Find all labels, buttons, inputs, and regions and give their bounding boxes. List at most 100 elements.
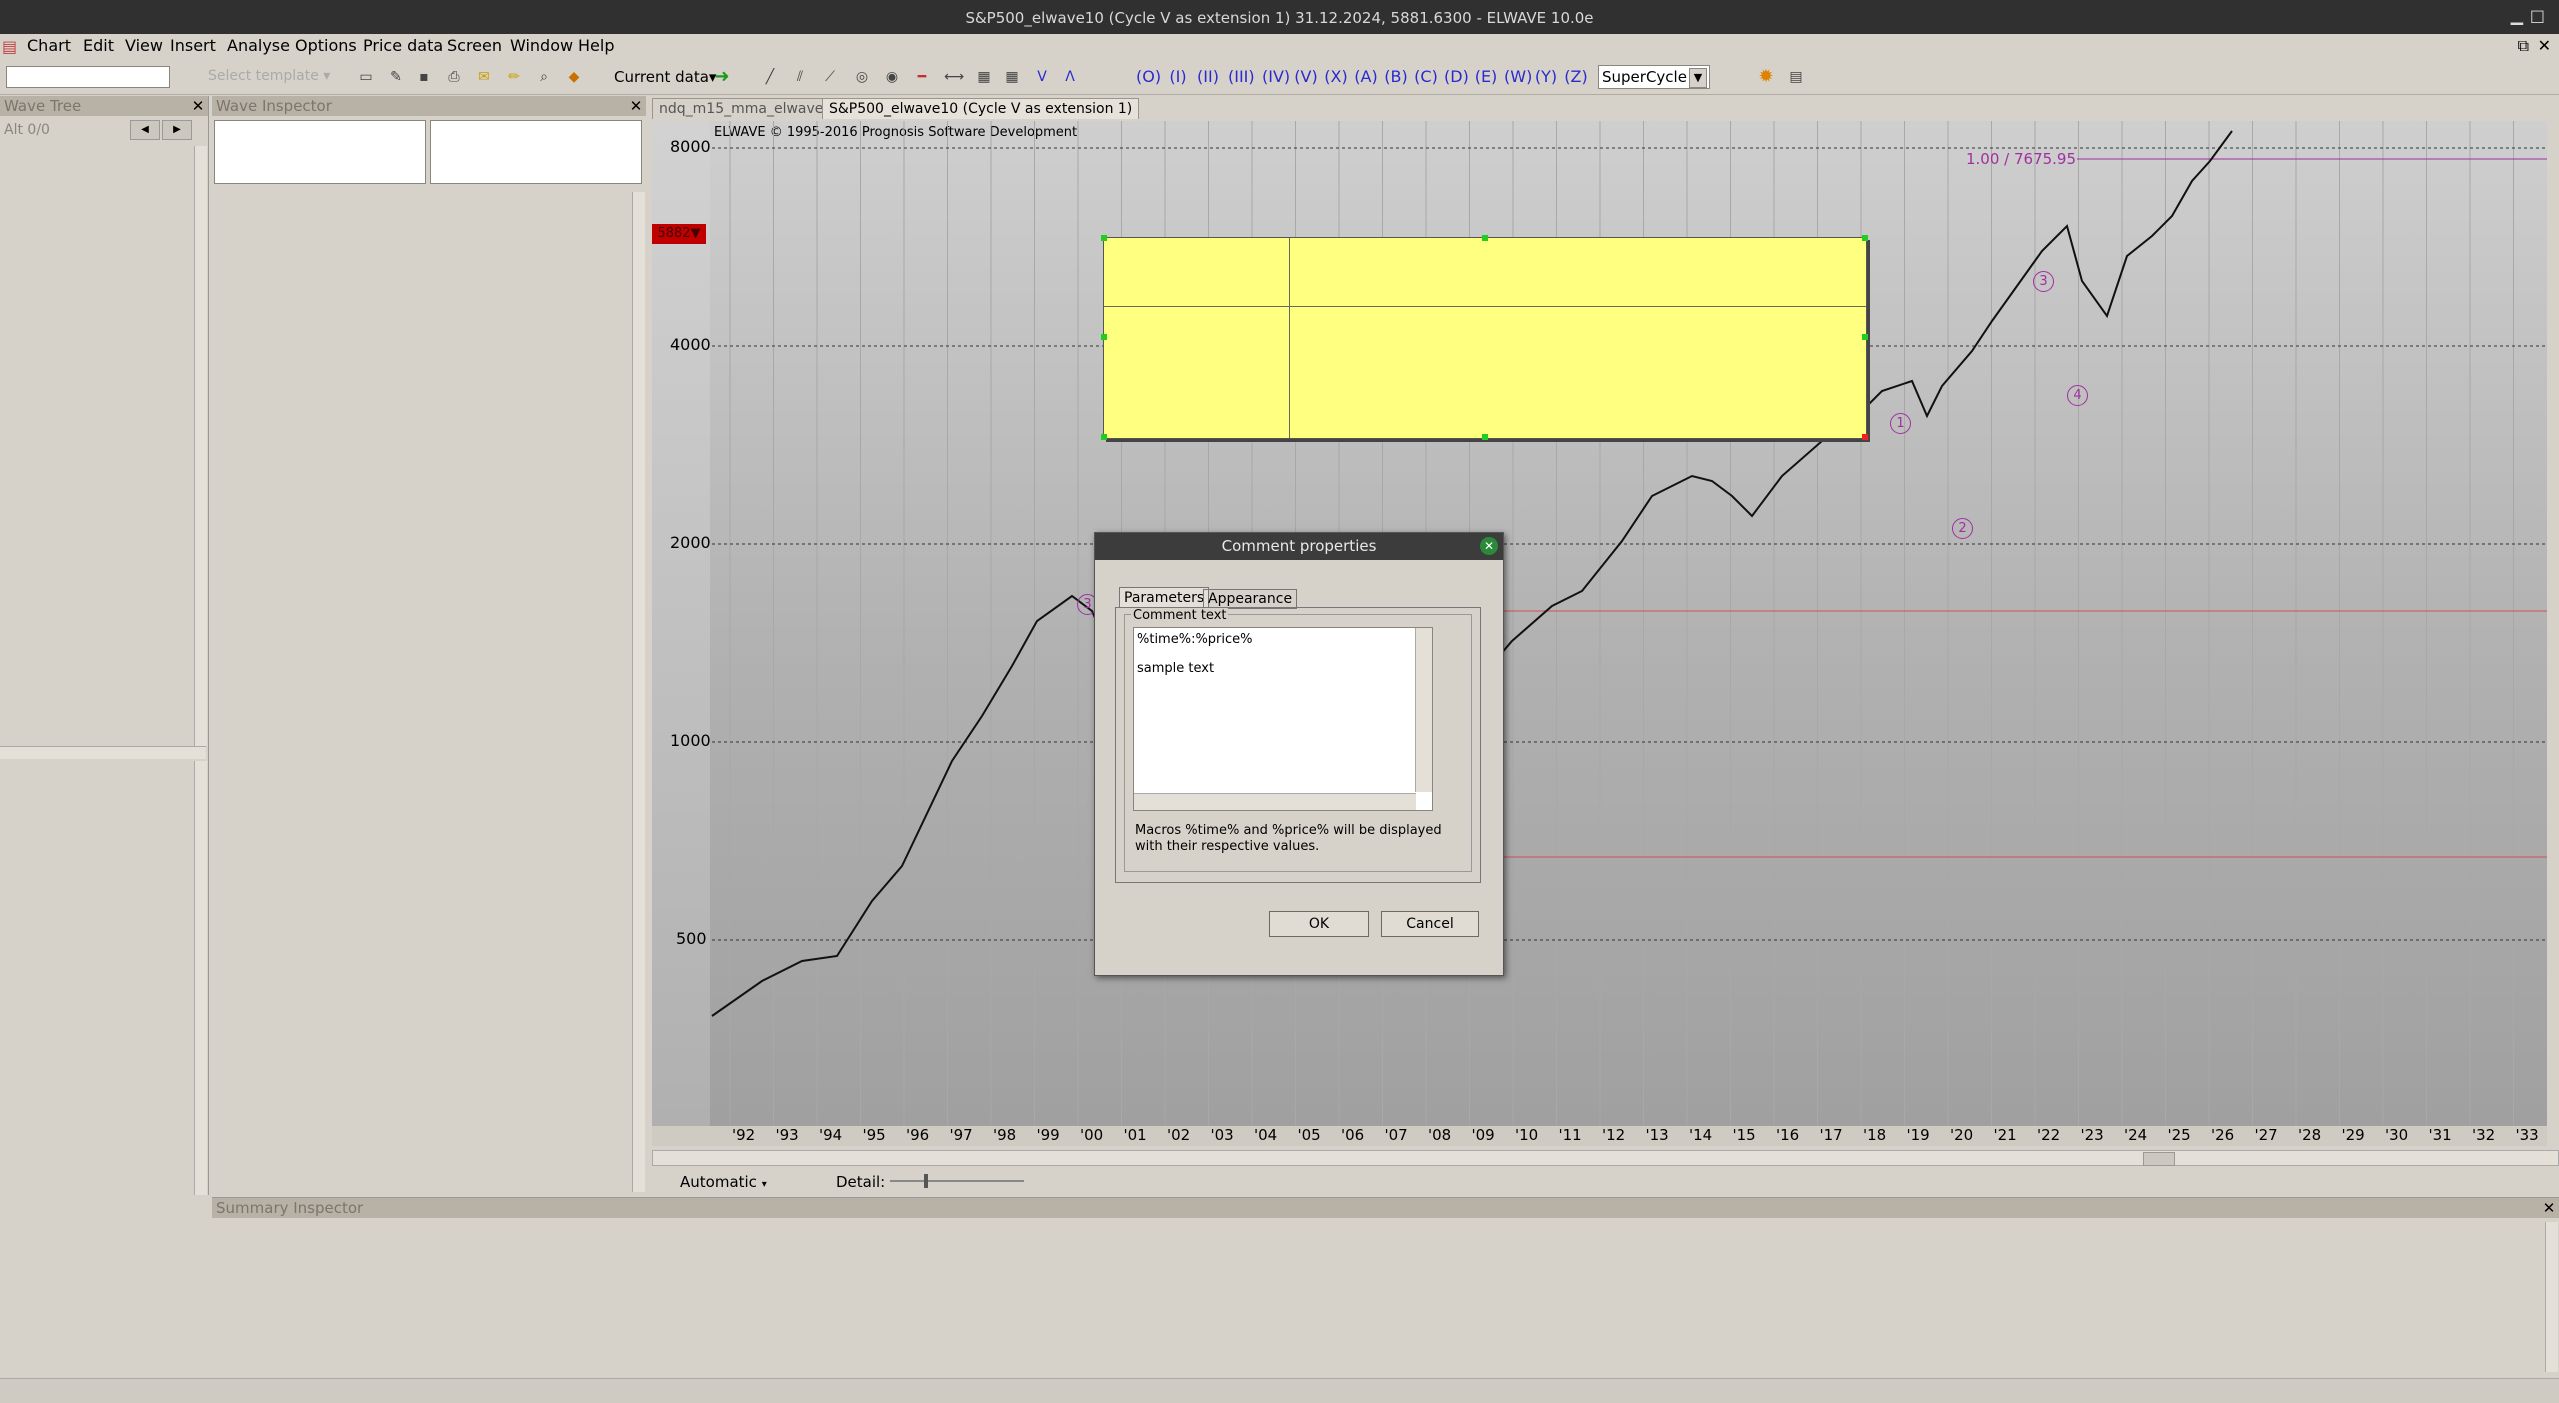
- tab-sp500[interactable]: S&P500_elwave10 (Cycle V as extension 1): [822, 98, 1140, 119]
- wave-label-A[interactable]: (A): [1354, 66, 1378, 88]
- close-icon[interactable]: ✕: [628, 97, 644, 115]
- detail-slider-thumb[interactable]: [924, 1174, 928, 1188]
- wave-inspector-box-right[interactable]: [430, 120, 642, 184]
- menu-chart[interactable]: Chart: [27, 36, 71, 55]
- wave-marker-1[interactable]: 1: [1890, 413, 1911, 434]
- spiral-tool-icon[interactable]: ◉: [882, 67, 902, 87]
- grid-tool-icon[interactable]: ▦: [974, 67, 994, 87]
- tab-ndq[interactable]: ndq_m15_mma_elwave10: [652, 98, 849, 119]
- resize-handle[interactable]: [1482, 235, 1488, 241]
- wave-label-V[interactable]: (V): [1294, 66, 1318, 88]
- dialog-close-icon[interactable]: ✕: [1480, 537, 1498, 555]
- comment-box[interactable]: [1101, 235, 1868, 440]
- wave-tree-hscrollbar[interactable]: [0, 746, 206, 759]
- comment-text-area[interactable]: %time%:%price% sample text: [1133, 627, 1433, 811]
- wave-tree-scrollbar-2[interactable]: [194, 761, 207, 1195]
- wave-label-W[interactable]: (W): [1504, 66, 1532, 88]
- wave-label-X[interactable]: (X): [1324, 66, 1348, 88]
- v-tool-icon[interactable]: V: [1032, 67, 1052, 87]
- scroll-thumb[interactable]: [2143, 1152, 2175, 1166]
- wave-label-Y[interactable]: (Y): [1534, 66, 1558, 88]
- close-icon[interactable]: ✕: [190, 97, 206, 115]
- scale-mode-select[interactable]: Automatic ▾: [680, 1173, 767, 1191]
- eraser-icon[interactable]: ◆: [564, 67, 584, 87]
- tab-parameters[interactable]: Parameters: [1119, 587, 1210, 608]
- x-label: '19: [1906, 1126, 1930, 1144]
- minimize-icon[interactable]: ▁: [2511, 6, 2523, 25]
- x-label: '31: [2428, 1126, 2452, 1144]
- wave-label-IV[interactable]: (IV): [1262, 66, 1290, 88]
- comment-icon[interactable]: ✉: [474, 67, 494, 87]
- resize-handle[interactable]: [1862, 235, 1868, 241]
- wave-label-O[interactable]: (O): [1136, 66, 1161, 88]
- y-label-2000: 2000: [670, 533, 711, 552]
- wave-marker-3[interactable]: 3: [2033, 271, 2054, 292]
- menu-options[interactable]: Options: [295, 36, 357, 55]
- printer-icon[interactable]: ▤: [1786, 67, 1806, 87]
- menu-insert[interactable]: Insert: [170, 36, 216, 55]
- menu-window[interactable]: Window: [510, 36, 573, 55]
- menu-edit[interactable]: Edit: [83, 36, 114, 55]
- wave-label-I[interactable]: (I): [1166, 66, 1190, 88]
- wave-label-C[interactable]: (C): [1414, 66, 1438, 88]
- wave-label-E[interactable]: (E): [1474, 66, 1498, 88]
- comment-hscroll[interactable]: [1134, 793, 1416, 810]
- save-icon[interactable]: ▪: [414, 67, 434, 87]
- degree-select[interactable]: SuperCycle ▼: [1598, 65, 1710, 89]
- fan-tool-icon[interactable]: ⟋: [820, 67, 840, 87]
- tab-appearance[interactable]: Appearance: [1203, 589, 1298, 609]
- chart-hscrollbar[interactable]: [652, 1150, 2559, 1166]
- wave-label-D[interactable]: (D): [1444, 66, 1469, 88]
- restore-icon[interactable]: ⧉: [2518, 36, 2529, 56]
- wave-inspector-scrollbar[interactable]: [632, 192, 645, 1192]
- ruler-tool-icon[interactable]: ⟷: [944, 67, 964, 87]
- resize-handle[interactable]: [1862, 334, 1868, 340]
- line-tool-icon[interactable]: ╱: [760, 67, 780, 87]
- hline-tool-icon[interactable]: ━: [912, 67, 932, 87]
- detail-slider[interactable]: [890, 1174, 1024, 1188]
- wave-marker-4[interactable]: 4: [2067, 385, 2088, 406]
- menu-view[interactable]: View: [125, 36, 163, 55]
- close-icon[interactable]: ✕: [2541, 1199, 2557, 1217]
- comment-text-group: Comment text %time%:%price% sample text …: [1124, 608, 1472, 872]
- menu-price-data[interactable]: Price data: [363, 36, 443, 55]
- wave-tree-scrollbar[interactable]: [194, 146, 207, 746]
- prev-alt-button[interactable]: ◀: [130, 120, 160, 140]
- template-select[interactable]: Select template ▾: [208, 68, 332, 84]
- summary-scrollbar[interactable]: [2545, 1222, 2558, 1372]
- settings-sun-icon[interactable]: ✹: [1756, 67, 1776, 87]
- resize-handle[interactable]: [1482, 434, 1488, 440]
- pencil-icon[interactable]: ✏: [504, 67, 524, 87]
- resize-handle[interactable]: [1101, 334, 1107, 340]
- channel-tool-icon[interactable]: ⫽: [790, 67, 810, 87]
- resize-handle[interactable]: [1101, 235, 1107, 241]
- wave-marker-2[interactable]: 2: [1952, 518, 1973, 539]
- wave-label-B[interactable]: (B): [1384, 66, 1408, 88]
- chevron-down-icon[interactable]: ▼: [1689, 68, 1707, 88]
- ok-button[interactable]: OK: [1269, 911, 1369, 937]
- wave-label-III[interactable]: (III): [1228, 66, 1255, 88]
- next-alt-button[interactable]: ▶: [162, 120, 192, 140]
- print-icon[interactable]: ⎙: [444, 67, 464, 87]
- new-chart-icon[interactable]: ▭: [356, 67, 376, 87]
- open-icon[interactable]: ✎: [386, 67, 406, 87]
- arrow-right-icon[interactable]: ➜: [712, 67, 732, 87]
- menu-screen[interactable]: Screen: [447, 36, 502, 55]
- wave-label-II[interactable]: (II): [1196, 66, 1220, 88]
- anchor-handle[interactable]: [1862, 434, 1868, 440]
- chart-name-input[interactable]: [6, 66, 170, 88]
- current-data-button[interactable]: Current data▾: [614, 68, 716, 86]
- maximize-icon[interactable]: □: [2530, 6, 2545, 25]
- grid2-tool-icon[interactable]: ▦: [1002, 67, 1022, 87]
- triangle-tool-icon[interactable]: Λ: [1060, 67, 1080, 87]
- resize-handle[interactable]: [1101, 434, 1107, 440]
- wave-inspector-box-left[interactable]: [214, 120, 426, 184]
- cancel-button[interactable]: Cancel: [1381, 911, 1479, 937]
- wave-label-Z[interactable]: (Z): [1564, 66, 1588, 88]
- menu-help[interactable]: Help: [578, 36, 614, 55]
- close-icon[interactable]: ✕: [2538, 36, 2551, 55]
- comment-vscroll[interactable]: [1415, 628, 1432, 792]
- menu-analyse[interactable]: Analyse: [227, 36, 290, 55]
- zoom-icon[interactable]: ⌕: [534, 67, 554, 87]
- circle-tool-icon[interactable]: ◎: [852, 67, 872, 87]
